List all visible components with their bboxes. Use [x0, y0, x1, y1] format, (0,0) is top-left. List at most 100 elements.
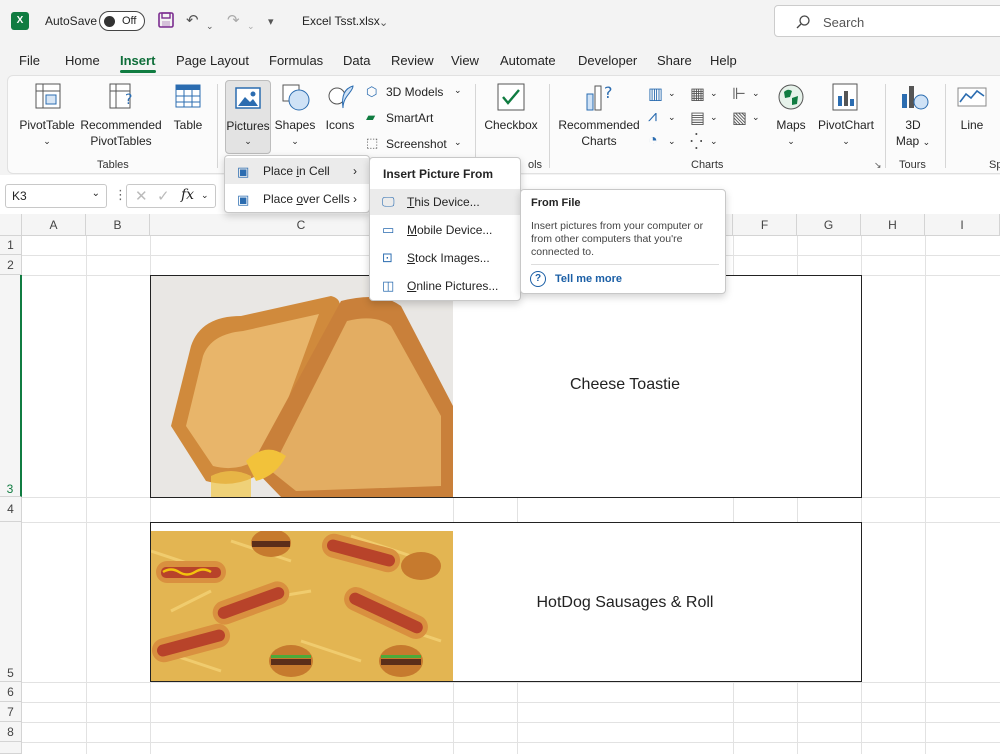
tab-share[interactable]: Share: [657, 53, 692, 68]
column-header-b[interactable]: B: [86, 214, 150, 236]
shapes-button[interactable]: Shapes ⌄: [274, 82, 316, 152]
this-device-item[interactable]: 🖵 This Device...: [370, 189, 520, 215]
online-pictures-item[interactable]: ◫ Online Pictures...: [370, 273, 520, 299]
recommended-charts-button[interactable]: ? Recommended Charts: [556, 82, 642, 152]
maps-button[interactable]: Maps ⌄: [770, 82, 812, 152]
tab-page-layout[interactable]: Page Layout: [176, 53, 249, 68]
line-chart-icon[interactable]: ⩘: [648, 108, 657, 126]
stock-images-icon: ⊡: [382, 250, 393, 265]
recommended-pivottables-button[interactable]: ? Recommended PivotTables: [80, 82, 162, 152]
column-chart-chevron-icon[interactable]: ⌄: [668, 88, 676, 99]
gridline: [925, 236, 926, 754]
place-over-cells-item[interactable]: ▣ Place over Cells ›: [225, 186, 369, 212]
title-bar: X AutoSave Off ↶ ⌄ ↷ ⌄ ▾ Excel Tsst.xlsx…: [0, 0, 1000, 44]
name-box[interactable]: K3 ⌄: [5, 184, 107, 208]
enter-icon[interactable]: ✓: [157, 187, 170, 205]
tab-developer[interactable]: Developer: [578, 53, 637, 68]
pivotchart-chevron-icon: ⌄: [842, 136, 850, 146]
from-file-tooltip: From File Insert pictures from your comp…: [520, 189, 726, 294]
help-icon[interactable]: ?: [530, 271, 546, 287]
tab-automate[interactable]: Automate: [500, 53, 556, 68]
row-header-8[interactable]: 8: [0, 722, 22, 742]
column-header-h[interactable]: H: [861, 214, 925, 236]
column-header-f[interactable]: F: [733, 214, 797, 236]
pictures-icon: [235, 87, 261, 109]
tell-me-more-link[interactable]: Tell me more: [555, 273, 622, 285]
tab-data[interactable]: Data: [343, 53, 370, 68]
row3-description[interactable]: Cheese Toastie: [517, 376, 733, 394]
column-header-g[interactable]: G: [797, 214, 861, 236]
stock-images-item[interactable]: ⊡ Stock Images...: [370, 245, 520, 271]
line-chart-chevron-icon[interactable]: ⌄: [668, 112, 676, 123]
redo-icon[interactable]: ↷: [227, 12, 240, 30]
icons-button[interactable]: Icons: [320, 82, 360, 152]
name-box-chevron-icon[interactable]: ⌄: [92, 188, 100, 199]
search-icon: [796, 15, 810, 29]
pivotchart-button[interactable]: PivotChart ⌄: [814, 82, 878, 152]
hierarchy-chart-chevron-icon[interactable]: ⌄: [710, 88, 718, 99]
tab-view[interactable]: View: [451, 53, 479, 68]
3d-map-button[interactable]: 3D Map ⌄: [892, 82, 934, 152]
maps-icon: [778, 84, 804, 110]
undo-icon[interactable]: ↶: [186, 12, 199, 30]
checkbox-button[interactable]: Checkbox: [482, 82, 540, 152]
pivottable-button[interactable]: PivotTable ⌄: [16, 82, 78, 152]
row-header-7[interactable]: 7: [0, 702, 22, 722]
save-icon[interactable]: [157, 11, 175, 34]
screenshot-button[interactable]: ⬚ Screenshot ⌄: [366, 135, 466, 154]
tab-review[interactable]: Review: [391, 53, 434, 68]
combo-chart-icon[interactable]: ▧: [732, 108, 747, 128]
tab-file[interactable]: File: [19, 53, 40, 68]
column-header-i[interactable]: I: [925, 214, 1000, 236]
row-header-6[interactable]: 6: [0, 682, 22, 702]
redo-dropdown-icon[interactable]: ⌄: [247, 17, 255, 35]
row-header-2[interactable]: 2: [0, 255, 22, 275]
customize-qat-icon[interactable]: ▾: [268, 13, 274, 31]
statistic-chart-icon[interactable]: ▤: [690, 108, 705, 128]
row-header-4[interactable]: 4: [0, 497, 22, 522]
row-header-3[interactable]: 3: [0, 275, 22, 497]
tab-help[interactable]: Help: [710, 53, 737, 68]
svg-text:?: ?: [604, 83, 613, 102]
hotdog-image[interactable]: [151, 531, 453, 681]
waterfall-chart-chevron-icon[interactable]: ⌄: [752, 88, 760, 99]
table-button[interactable]: Table: [168, 82, 208, 152]
scatter-chart-chevron-icon[interactable]: ⌄: [710, 136, 718, 147]
column-header-a[interactable]: A: [22, 214, 86, 236]
tab-insert[interactable]: Insert: [120, 53, 155, 68]
tab-home[interactable]: Home: [65, 53, 100, 68]
shapes-label: Shapes: [274, 118, 316, 132]
pie-chart-icon[interactable]: ◔: [648, 132, 658, 150]
filename-chevron-icon[interactable]: ⌄: [379, 14, 388, 32]
row5-description[interactable]: HotDog Sausages & Roll: [517, 594, 733, 612]
pictures-button[interactable]: Pictures ⌄: [225, 80, 271, 154]
row-header-5[interactable]: 5: [0, 522, 22, 682]
undo-dropdown-icon[interactable]: ⌄: [206, 17, 214, 35]
row-header-9[interactable]: [0, 742, 22, 754]
scatter-chart-icon[interactable]: ⁛: [690, 132, 703, 152]
cheese-toastie-image[interactable]: [151, 276, 453, 497]
combo-chart-chevron-icon[interactable]: ⌄: [752, 112, 760, 123]
select-all-corner[interactable]: [0, 214, 22, 236]
statistic-chart-chevron-icon[interactable]: ⌄: [710, 112, 718, 123]
insert-function-icon[interactable]: fx: [181, 187, 194, 203]
tab-formulas[interactable]: Formulas: [269, 53, 323, 68]
smartart-button[interactable]: ▰ SmartArt: [366, 110, 456, 128]
file-name[interactable]: Excel Tsst.xlsx: [302, 14, 380, 28]
hierarchy-chart-icon[interactable]: ▦: [690, 84, 705, 104]
place-in-cell-item[interactable]: ▣ Place in Cell ›: [225, 158, 369, 184]
3d-map-icon: [902, 86, 929, 110]
line-sparkline-button[interactable]: Line: [952, 82, 992, 152]
autosave-toggle[interactable]: Off: [99, 11, 145, 31]
waterfall-chart-icon[interactable]: ⊩: [732, 84, 746, 104]
3d-models-button[interactable]: ⬡ 3D Models ⌄: [366, 84, 466, 102]
column-chart-icon[interactable]: ▥: [648, 84, 663, 104]
formula-expand-icon[interactable]: ⌄: [201, 190, 209, 201]
search-box[interactable]: Search: [774, 5, 1000, 37]
cancel-icon[interactable]: ✕: [135, 187, 148, 205]
mobile-device-item[interactable]: ▭ Mobile Device...: [370, 217, 520, 243]
charts-dialog-launcher-icon[interactable]: ↘: [874, 160, 882, 171]
pie-chart-chevron-icon[interactable]: ⌄: [668, 136, 676, 147]
row-header-1[interactable]: 1: [0, 236, 22, 255]
active-tab-indicator: [120, 70, 156, 73]
